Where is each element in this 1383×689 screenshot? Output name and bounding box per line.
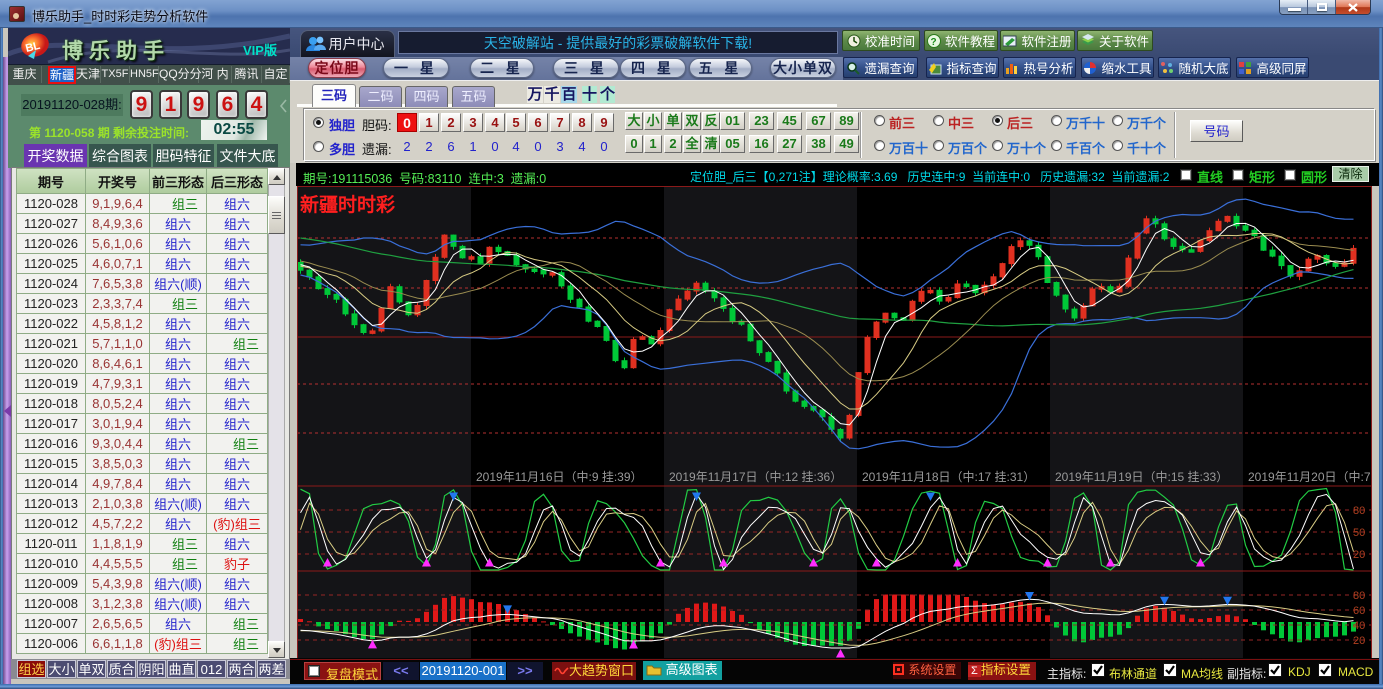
svg-text:20: 20 [1353,549,1365,561]
svg-text:40: 40 [1353,620,1365,632]
svg-text:80: 80 [1353,590,1365,602]
svg-text:2019年11月16日（中:9 挂:39）: 2019年11月16日（中:9 挂:39） [476,469,643,484]
svg-text:60: 60 [1353,605,1365,617]
svg-text:20: 20 [1353,635,1365,647]
svg-text:2019年11月20日（中:7 挂:2）: 2019年11月20日（中:7 挂:2） [1248,469,1372,484]
svg-text:2019年11月17日（中:12 挂:36）: 2019年11月17日（中:12 挂:36） [669,469,842,484]
svg-text:80: 80 [1353,505,1365,517]
svg-text:新疆时时彩: 新疆时时彩 [300,193,395,216]
svg-text:2019年11月18日（中:17 挂:31）: 2019年11月18日（中:17 挂:31） [862,469,1035,484]
svg-text:2019年11月19日（中:15 挂:33）: 2019年11月19日（中:15 挂:33） [1055,469,1228,484]
svg-text:?: ? [930,37,936,48]
svg-text:50: 50 [1353,527,1365,539]
